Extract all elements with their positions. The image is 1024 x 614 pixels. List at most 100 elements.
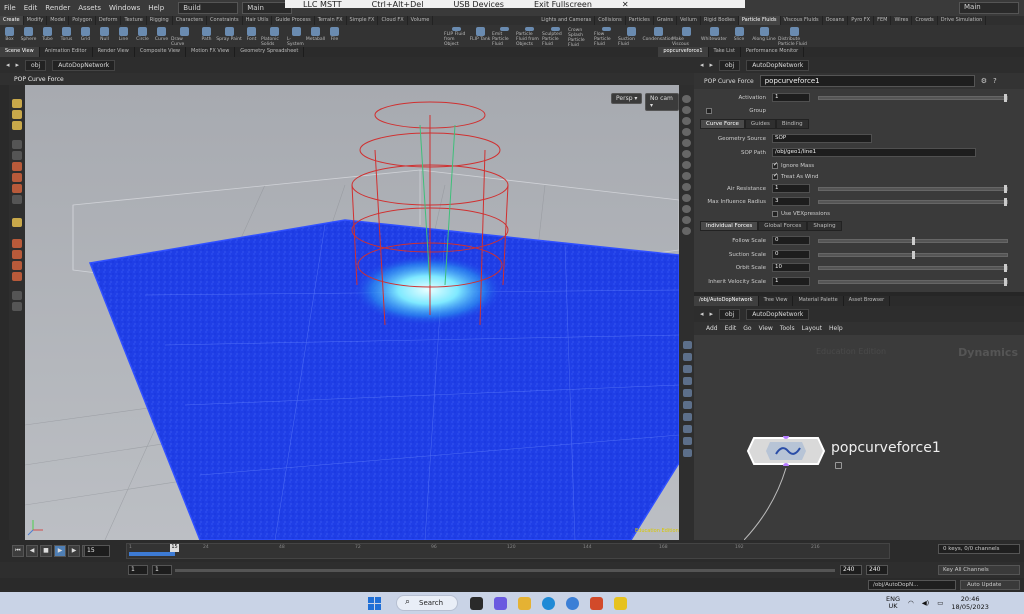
tool-lsystem[interactable]: L-System: [287, 25, 306, 47]
step-forward-icon[interactable]: ▶: [68, 545, 80, 557]
perspective-menu-button[interactable]: Persp ▾: [611, 93, 643, 104]
range-end-field-2[interactable]: 240: [866, 565, 888, 575]
tab-scene-view[interactable]: Scene View: [0, 47, 40, 57]
tool-file[interactable]: File: [325, 25, 344, 47]
handle-icon[interactable]: [12, 162, 22, 171]
shelf-tab[interactable]: Characters: [173, 16, 208, 25]
tool-spray-paint[interactable]: Spray Paint: [216, 25, 242, 47]
step-back-icon[interactable]: ◀: [26, 545, 38, 557]
inherit-velocity-slider[interactable]: [818, 277, 1008, 286]
volume-icon[interactable]: ◀): [922, 599, 930, 607]
tool-draw-curve[interactable]: Draw Curve: [171, 25, 197, 47]
tool-line[interactable]: Line: [114, 25, 133, 47]
back-arrow-icon[interactable]: ◂: [700, 61, 704, 69]
tab-individual-forces[interactable]: Individual Forces: [700, 221, 759, 231]
range-slider[interactable]: [175, 569, 835, 572]
use-vex-toggle[interactable]: Use VEXpressions: [772, 210, 830, 217]
background-icon[interactable]: [682, 150, 691, 158]
net-menu-tools[interactable]: Tools: [780, 325, 795, 332]
file-explorer-icon[interactable]: [518, 597, 531, 610]
points-icon[interactable]: [682, 172, 691, 180]
sticky-notes-icon[interactable]: [614, 597, 627, 610]
clock[interactable]: 20:46 18/05/2023: [951, 595, 988, 611]
stop-icon[interactable]: ■: [40, 545, 52, 557]
tool-emit-particle-fluid[interactable]: Emit Particle Fluid: [492, 25, 516, 47]
tool-curve[interactable]: Curve: [152, 25, 171, 47]
checkbox[interactable]: [772, 210, 778, 217]
lock-icon[interactable]: [835, 462, 842, 469]
tool-make-viscous[interactable]: Make Viscous: [672, 25, 700, 47]
teams-icon[interactable]: [494, 597, 507, 610]
slider-knob[interactable]: [1004, 197, 1007, 206]
multi-snap-icon[interactable]: [12, 272, 22, 281]
rd-ctrl-alt-del[interactable]: Ctrl+Alt+Del: [372, 0, 424, 8]
menu-file[interactable]: File: [0, 4, 20, 12]
tab-guides[interactable]: Guides: [744, 119, 776, 129]
wireframe-icon[interactable]: [682, 128, 691, 136]
tool-circle[interactable]: Circle: [133, 25, 152, 47]
network-editor[interactable]: Education Edition Dynamics popcurveforce…: [694, 335, 1024, 540]
network-path-network[interactable]: AutoDopNetwork: [746, 308, 810, 320]
shelf-tab[interactable]: Drive Simulation: [938, 16, 987, 25]
help-icon[interactable]: ?: [993, 77, 997, 85]
task-view-icon[interactable]: [470, 597, 483, 610]
orbit-scale-field[interactable]: 10: [772, 263, 810, 272]
tab-binding[interactable]: Binding: [775, 119, 809, 129]
ignore-mass-toggle[interactable]: Ignore Mass: [772, 162, 814, 169]
shelf-tab[interactable]: Vellum: [677, 16, 701, 25]
auto-update-button[interactable]: Auto Update: [960, 580, 1020, 590]
shelf-tab[interactable]: Constraints: [207, 16, 243, 25]
tool-path[interactable]: Path: [197, 25, 216, 47]
node-name-field[interactable]: popcurveforce1: [759, 75, 975, 87]
windows-start-icon[interactable]: [368, 597, 381, 610]
tool-suction-fluid[interactable]: Suction Fluid: [618, 25, 644, 47]
network-tool-icon[interactable]: [682, 377, 692, 385]
tool-fluid-from-objects[interactable]: Particle Fluid from Objects: [516, 25, 542, 47]
wifi-icon[interactable]: ◠: [908, 599, 914, 607]
tab-animation-editor[interactable]: Animation Editor: [40, 47, 93, 57]
shelf-tab[interactable]: Volume: [408, 16, 434, 25]
shelf-tab[interactable]: Particles: [626, 16, 654, 25]
tool-platonic[interactable]: Platonic Solids: [261, 25, 287, 47]
tool-tube[interactable]: Tube: [38, 25, 57, 47]
shelf-tab[interactable]: Rigging: [147, 16, 173, 25]
inherit-velocity-field[interactable]: 1: [772, 277, 810, 286]
checkbox[interactable]: [772, 173, 778, 180]
checkbox[interactable]: [772, 162, 778, 169]
tool-torus[interactable]: Torus: [57, 25, 76, 47]
net-menu-help[interactable]: Help: [829, 325, 843, 332]
pose-icon[interactable]: [12, 173, 22, 182]
magnet-icon[interactable]: [12, 239, 22, 248]
tool-slice[interactable]: Slice: [728, 25, 750, 47]
viewer-path-root[interactable]: obj: [25, 59, 47, 71]
shelf-tab-particle-fluids[interactable]: Particle Fluids: [738, 16, 781, 25]
tab-asset-browser[interactable]: Asset Browser: [844, 296, 891, 306]
treat-as-wind-toggle[interactable]: Treat As Wind: [772, 173, 819, 180]
param-path-network[interactable]: AutoDopNetwork: [746, 59, 810, 71]
point-snap-icon[interactable]: [12, 261, 22, 270]
air-resistance-field[interactable]: 1: [772, 184, 810, 193]
tab-curve-force[interactable]: Curve Force: [700, 119, 745, 129]
menu-render[interactable]: Render: [41, 4, 74, 12]
shelf-tab[interactable]: Rigid Bodies: [701, 16, 739, 25]
range-start-field[interactable]: 1: [128, 565, 148, 575]
param-path-root[interactable]: obj: [719, 59, 741, 71]
tab-performance-monitor[interactable]: Performance Monitor: [741, 47, 805, 57]
object-icon[interactable]: [12, 302, 22, 311]
slider-knob[interactable]: [912, 236, 915, 245]
network-tool-icon[interactable]: [682, 365, 692, 373]
shelf-tab[interactable]: Modify: [24, 16, 48, 25]
move-tool-icon[interactable]: [12, 110, 22, 119]
slider-knob[interactable]: [1004, 263, 1007, 272]
shelf-tab[interactable]: Collisions: [595, 16, 626, 25]
sphere-display-icon[interactable]: [12, 291, 22, 300]
battery-icon[interactable]: ▭: [937, 599, 943, 607]
timebar[interactable]: 15 1 24 48 72 96 120 144 168 192 216: [126, 543, 890, 559]
shelf-tab-create[interactable]: Create: [0, 16, 24, 25]
range-end-field[interactable]: 240: [840, 565, 862, 575]
play-icon[interactable]: ▶: [54, 545, 66, 557]
follow-scale-field[interactable]: 0: [772, 236, 810, 245]
key-all-channels-button[interactable]: Key All Channels: [938, 565, 1020, 575]
rd-exit-fullscreen[interactable]: Exit Fullscreen: [534, 0, 592, 8]
menu-help[interactable]: Help: [144, 4, 168, 12]
